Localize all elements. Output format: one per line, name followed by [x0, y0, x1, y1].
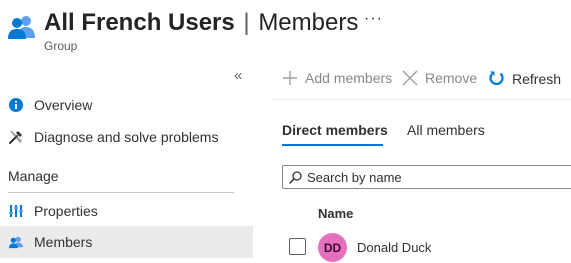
remove-label: Remove [425, 70, 478, 86]
toolbar-divider [272, 99, 571, 100]
add-members-button[interactable]: Add members [282, 70, 392, 86]
members-icon [9, 235, 23, 249]
sidebar-item-label: Diagnose and solve problems [34, 129, 219, 145]
sidebar-item-overview[interactable]: Overview [0, 89, 253, 121]
member-name[interactable]: Donald Duck [357, 240, 431, 255]
sidebar-item-properties[interactable]: Properties [0, 195, 253, 227]
sidebar-item-label: Overview [34, 97, 93, 113]
wrench-icon [9, 130, 23, 144]
search-box[interactable] [282, 165, 571, 189]
close-icon [402, 70, 418, 86]
refresh-button[interactable]: Refresh [488, 70, 561, 87]
refresh-label: Refresh [512, 70, 562, 87]
active-tab-indicator [282, 144, 383, 146]
sidebar-divider [8, 192, 234, 193]
page-subtitle: Group [44, 39, 78, 53]
refresh-icon [488, 70, 505, 87]
properties-icon [9, 204, 23, 218]
page-title-group: All French Users [44, 9, 235, 36]
info-icon [9, 98, 23, 112]
sidebar-item-diagnose[interactable]: Diagnose and solve problems [0, 121, 253, 153]
page-title-section: Members [258, 9, 359, 36]
page-title: All French Users | Members [44, 7, 358, 39]
plus-icon [282, 70, 298, 86]
collapse-sidebar-button[interactable]: « [234, 67, 242, 84]
more-options-button[interactable]: ··· [364, 10, 383, 28]
page-title-separator: | [243, 9, 250, 36]
avatar: DD [318, 233, 347, 262]
sidebar-section-manage: Manage [8, 168, 59, 184]
group-icon [8, 14, 36, 40]
sidebar-item-label: Properties [34, 203, 98, 219]
search-input[interactable] [307, 169, 557, 185]
tab-all-members[interactable]: All members [407, 122, 485, 138]
search-icon [289, 170, 302, 184]
remove-button[interactable]: Remove [402, 70, 477, 86]
tab-direct-members[interactable]: Direct members [282, 122, 388, 138]
column-header-name[interactable]: Name [318, 206, 353, 221]
sidebar-item-label: Members [34, 234, 93, 250]
sidebar-item-members[interactable]: Members [0, 226, 253, 258]
row-checkbox[interactable] [289, 238, 306, 255]
add-members-label: Add members [305, 70, 393, 86]
